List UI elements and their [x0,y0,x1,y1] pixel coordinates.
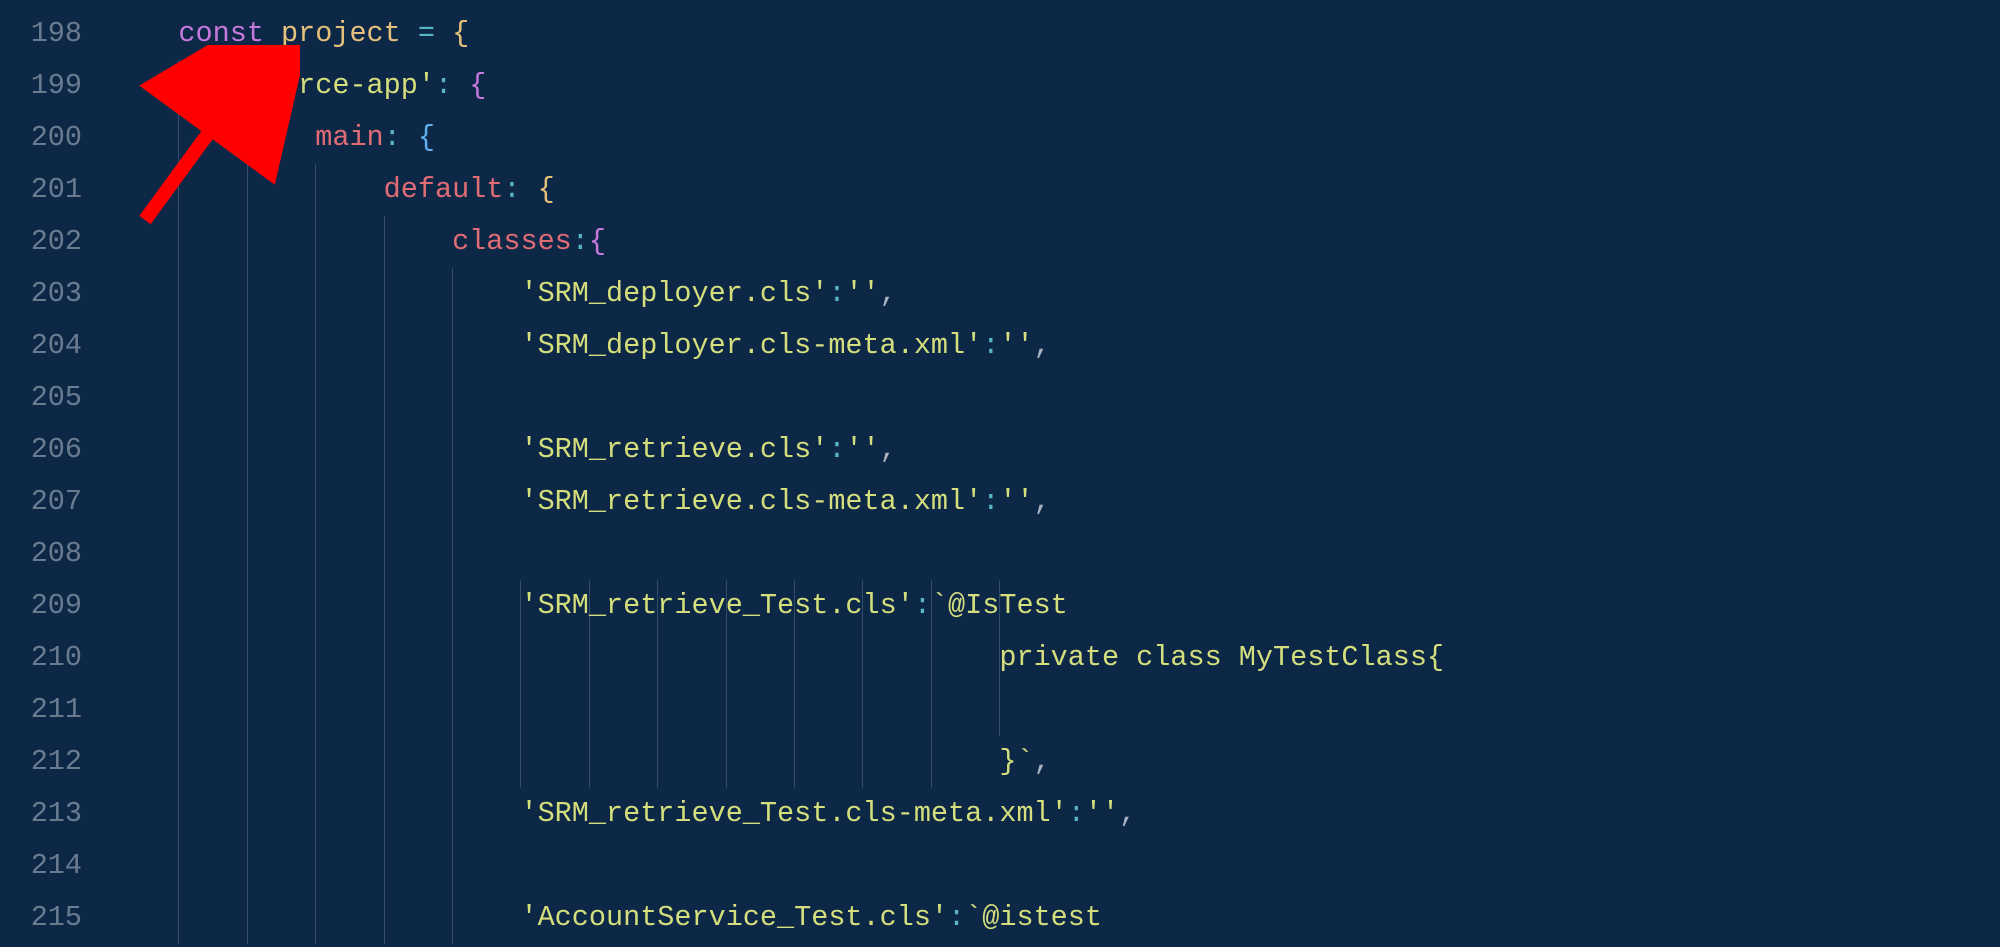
brace-open: { [418,121,435,154]
key-srm-deployer-cls: 'SRM_deployer.cls' [520,277,828,310]
template-literal-body: private class MyTestClass{ [999,641,1444,674]
code-line[interactable]: }`, [110,736,2000,788]
property-default: default [384,173,504,206]
line-number: 210 [0,632,110,684]
template-literal-end: }` [999,745,1033,778]
comma: , [1034,329,1051,362]
comma: , [880,277,897,310]
line-number: 199 [0,60,110,112]
line-number: 201 [0,164,110,216]
colon: : [914,589,931,622]
code-line[interactable]: default: { [110,164,2000,216]
code-line[interactable] [110,840,2000,892]
code-editor[interactable]: 1981992002012022032042052062072082092102… [0,0,2000,947]
code-line[interactable]: 'SRM_retrieve.cls-meta.xml':'', [110,476,2000,528]
line-number: 205 [0,372,110,424]
code-line[interactable] [110,372,2000,424]
key-account-service-test: 'AccountService_Test.cls' [520,901,948,934]
line-number: 200 [0,112,110,164]
line-number: 204 [0,320,110,372]
colon: : [435,69,452,102]
code-line[interactable]: 'SRM_retrieve.cls':'', [110,424,2000,476]
brace-open: { [589,225,606,258]
property-classes: classes [452,225,572,258]
line-number-gutter: 1981992002012022032042052062072082092102… [0,0,110,947]
code-line[interactable]: 'SRM_deployer.cls':'', [110,268,2000,320]
key-srm-retrieve-test-cls: 'SRM_retrieve_Test.cls' [520,589,913,622]
code-line[interactable]: private class MyTestClass{ [110,632,2000,684]
key-srm-retrieve-cls: 'SRM_retrieve.cls' [520,433,828,466]
property-main: main [315,121,383,154]
colon: : [503,173,520,206]
line-number: 209 [0,580,110,632]
code-line[interactable]: 'SRM_deployer.cls-meta.xml':'', [110,320,2000,372]
key-srm-retrieve-test-meta: 'SRM_retrieve_Test.cls-meta.xml' [520,797,1067,830]
colon: : [572,225,589,258]
keyword-const: const [178,17,264,50]
brace-open: { [538,173,555,206]
colon: : [982,485,999,518]
code-area[interactable]: const project = { 'force-app': { main: {… [110,0,2000,947]
line-number: 198 [0,8,110,60]
line-number: 211 [0,684,110,736]
line-number: 208 [0,528,110,580]
colon: : [982,329,999,362]
template-literal-start: `@istest [965,901,1102,934]
comma: , [1119,797,1136,830]
value-empty: '' [845,277,879,310]
operator-equals: = [418,17,435,50]
code-line[interactable]: 'SRM_retrieve_Test.cls-meta.xml':'', [110,788,2000,840]
value-empty: '' [999,329,1033,362]
line-number: 214 [0,840,110,892]
brace-open: { [469,69,486,102]
key-srm-retrieve-meta: 'SRM_retrieve.cls-meta.xml' [520,485,982,518]
code-line[interactable]: classes:{ [110,216,2000,268]
value-empty: '' [1085,797,1119,830]
key-srm-deployer-meta: 'SRM_deployer.cls-meta.xml' [520,329,982,362]
brace-open: { [452,17,469,50]
code-line[interactable] [110,528,2000,580]
line-number: 212 [0,736,110,788]
code-line[interactable]: 'AccountService_Test.cls':`@istest [110,892,2000,944]
value-empty: '' [845,433,879,466]
line-number: 213 [0,788,110,840]
code-line[interactable]: 'SRM_retrieve_Test.cls':`@IsTest [110,580,2000,632]
colon: : [828,433,845,466]
code-line[interactable]: 'force-app': { [110,60,2000,112]
colon: : [1068,797,1085,830]
code-line[interactable]: const project = { [110,8,2000,60]
colon: : [948,901,965,934]
line-number: 203 [0,268,110,320]
code-line[interactable] [110,684,2000,736]
property-force-app: 'force-app' [247,69,435,102]
identifier-project: project [281,17,401,50]
value-empty: '' [999,485,1033,518]
line-number: 207 [0,476,110,528]
line-number: 206 [0,424,110,476]
comma: , [1034,745,1051,778]
colon: : [384,121,401,154]
colon: : [828,277,845,310]
comma: , [880,433,897,466]
template-literal-start: `@IsTest [931,589,1068,622]
line-number: 215 [0,892,110,944]
line-number: 202 [0,216,110,268]
code-line[interactable]: main: { [110,112,2000,164]
comma: , [1034,485,1051,518]
